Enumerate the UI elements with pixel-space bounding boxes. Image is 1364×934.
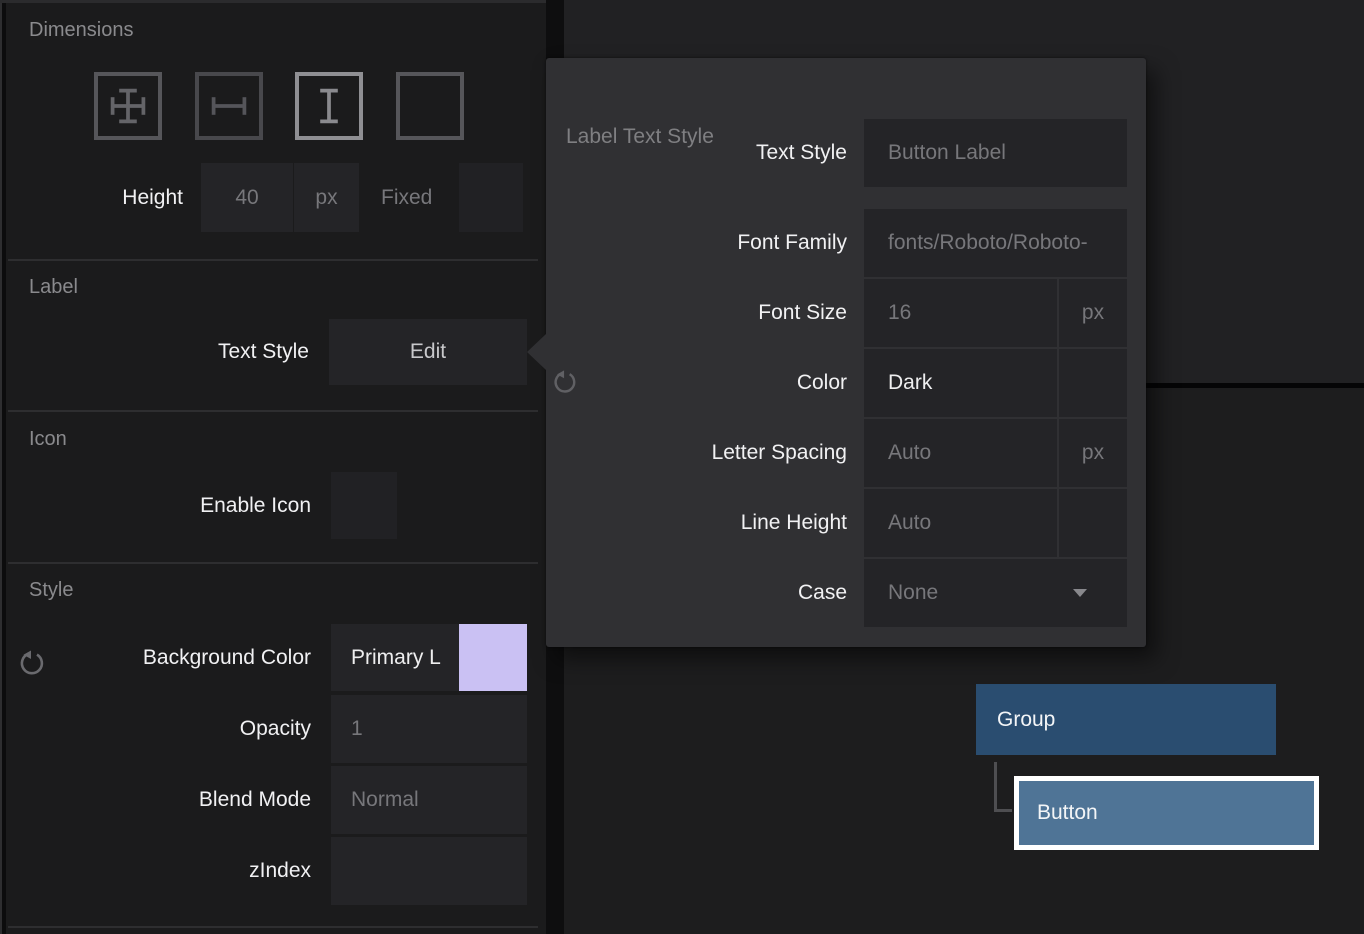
popup-font-size-unit: px <box>1082 301 1104 325</box>
opacity-value: 1 <box>331 717 363 741</box>
popup-letter-spacing-value: Auto <box>864 441 931 465</box>
background-color-swatch[interactable] <box>459 624 527 691</box>
canvas-node-button-selection-frame[interactable]: Button <box>1014 776 1319 850</box>
chevron-down-icon <box>1073 589 1087 597</box>
section-divider <box>8 562 538 564</box>
popup-font-family-value: fonts/Roboto/Roboto- <box>864 231 1088 255</box>
popup-line-height-value: Auto <box>864 511 931 535</box>
popup-font-size-input[interactable]: 16 <box>864 279 1057 347</box>
panel-top-border <box>0 0 546 3</box>
popup-color-label: Color <box>546 349 847 417</box>
text-style-edit-button[interactable]: Edit <box>329 319 527 385</box>
height-value: 40 <box>235 186 258 210</box>
popup-letter-spacing-input[interactable]: Auto <box>864 419 1057 487</box>
zindex-label: zIndex <box>0 837 311 905</box>
canvas-node-button[interactable]: Button <box>1019 781 1314 845</box>
size-width-button[interactable] <box>195 72 263 140</box>
enable-icon-label: Enable Icon <box>0 472 311 539</box>
section-divider <box>8 259 538 261</box>
height-input[interactable]: 40 <box>201 163 293 232</box>
height-unit-selector[interactable]: px <box>294 163 359 232</box>
text-style-label: Text Style <box>0 319 309 385</box>
button-node-label: Button <box>1037 801 1098 825</box>
popup-letter-spacing-unit: px <box>1082 441 1104 465</box>
blend-mode-value: Normal <box>331 788 419 812</box>
fixed-checkbox[interactable] <box>459 163 523 232</box>
style-section-title: Style <box>29 579 73 602</box>
size-height-icon <box>307 84 351 128</box>
size-both-button[interactable] <box>94 72 162 140</box>
height-unit: px <box>315 186 337 210</box>
enable-icon-checkbox[interactable] <box>331 472 397 539</box>
popup-text-style-label: Text Style <box>546 119 847 187</box>
fixed-label: Fixed <box>381 163 432 232</box>
dimensions-section-title: Dimensions <box>29 19 133 42</box>
opacity-input[interactable]: 1 <box>331 695 527 763</box>
popup-line-height-label: Line Height <box>546 489 847 557</box>
size-width-icon <box>207 84 251 128</box>
opacity-label: Opacity <box>0 695 311 763</box>
popup-color-value: Dark <box>864 371 932 395</box>
size-height-button[interactable] <box>295 72 363 140</box>
size-none-button[interactable] <box>396 72 464 140</box>
popup-line-height-unit-selector[interactable] <box>1059 489 1127 557</box>
popup-case-value: None <box>864 581 938 605</box>
app-window: Group Button Dimensions <box>0 0 1364 934</box>
popup-tail-pointer <box>527 334 546 370</box>
popup-font-size-label: Font Size <box>546 279 847 347</box>
label-section-title: Label <box>29 276 78 299</box>
popup-letter-spacing-label: Letter Spacing <box>546 419 847 487</box>
popup-case-dropdown[interactable]: None <box>864 559 1127 627</box>
tree-connector-vertical <box>994 762 997 812</box>
popup-font-size-value: 16 <box>864 301 911 325</box>
popup-font-size-unit-selector[interactable]: px <box>1059 279 1127 347</box>
properties-panel: Dimensions Height <box>0 0 546 934</box>
section-divider <box>8 410 538 412</box>
blend-mode-dropdown[interactable]: Normal <box>331 766 527 834</box>
background-color-value: Primary L <box>331 646 441 670</box>
group-node-label: Group <box>997 708 1055 732</box>
popup-line-height-input[interactable]: Auto <box>864 489 1057 557</box>
height-label: Height <box>0 163 183 232</box>
tree-connector-horizontal <box>994 809 1012 812</box>
popup-color-input[interactable]: Dark <box>864 349 1057 417</box>
popup-text-style-value: Button Label <box>864 141 1006 165</box>
blend-mode-label: Blend Mode <box>0 766 311 834</box>
section-divider <box>8 926 538 928</box>
popup-font-family-input[interactable]: fonts/Roboto/Roboto- <box>864 209 1127 277</box>
canvas-node-group[interactable]: Group <box>976 684 1276 755</box>
background-color-label: Background Color <box>0 624 311 691</box>
popup-text-style-input[interactable]: Button Label <box>864 119 1127 187</box>
zindex-input[interactable] <box>331 837 527 905</box>
popup-font-family-label: Font Family <box>546 209 847 277</box>
label-text-style-popup: Label Text Style Text Style Button Label… <box>546 58 1146 647</box>
size-both-icon <box>106 84 150 128</box>
popup-color-unit-selector[interactable] <box>1059 349 1127 417</box>
popup-case-label: Case <box>546 559 847 627</box>
background-color-value-button[interactable]: Primary L <box>331 624 459 691</box>
icon-section-title: Icon <box>29 428 67 451</box>
popup-letter-spacing-unit-selector[interactable]: px <box>1059 419 1127 487</box>
